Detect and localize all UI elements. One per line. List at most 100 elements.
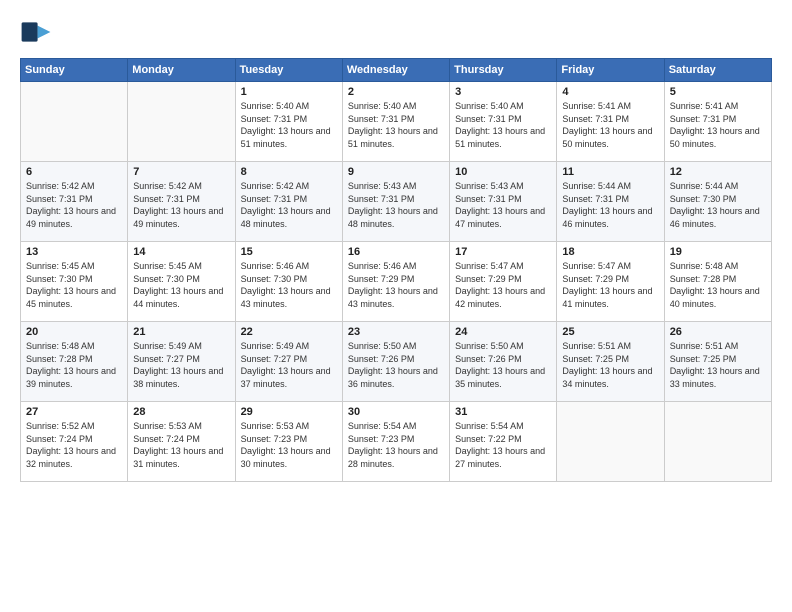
day-number: 28 [133, 406, 229, 418]
week-row: 6 Sunrise: 5:42 AMSunset: 7:31 PMDaylight… [21, 162, 772, 242]
day-number: 17 [455, 246, 551, 258]
calendar-cell: 20Sunrise: 5:48 AMSunset: 7:28 PMDayligh… [21, 322, 128, 402]
calendar-cell [664, 402, 771, 482]
day-info: Sunrise: 5:43 AMSunset: 7:31 PMDaylight:… [455, 180, 551, 230]
day-info: Sunrise: 5:51 AMSunset: 7:25 PMDaylight:… [562, 340, 658, 390]
header-row: SundayMondayTuesdayWednesdayThursdayFrid… [21, 59, 772, 82]
week-row: 1 Sunrise: 5:40 AMSunset: 7:31 PMDaylight… [21, 82, 772, 162]
day-info: Sunrise: 5:49 AMSunset: 7:27 PMDaylight:… [241, 340, 337, 390]
calendar-cell: 3Sunrise: 5:40 AMSunset: 7:31 PMDaylight… [450, 82, 557, 162]
day-info: Sunrise: 5:47 AMSunset: 7:29 PMDaylight:… [455, 260, 551, 310]
weekday-header: Sunday [21, 59, 128, 82]
calendar-cell: 27 Sunrise: 5:52 AMSunset: 7:24 PMDayligh… [21, 402, 128, 482]
day-info: Sunrise: 5:52 AMSunset: 7:24 PMDaylight:… [26, 420, 122, 470]
day-info: Sunrise: 5:43 AMSunset: 7:31 PMDaylight:… [348, 180, 444, 230]
calendar-cell: 22 Sunrise: 5:49 AMSunset: 7:27 PMDayligh… [235, 322, 342, 402]
calendar-cell: 25 Sunrise: 5:51 AMSunset: 7:25 PMDayligh… [557, 322, 664, 402]
calendar-cell: 13Sunrise: 5:45 AMSunset: 7:30 PMDayligh… [21, 242, 128, 322]
calendar-cell: 28 Sunrise: 5:53 AMSunset: 7:24 PMDayligh… [128, 402, 235, 482]
day-info: Sunrise: 5:54 AMSunset: 7:22 PMDaylight:… [455, 420, 551, 470]
day-info: Sunrise: 5:47 AMSunset: 7:29 PMDaylight:… [562, 260, 658, 310]
day-info: Sunrise: 5:46 AMSunset: 7:29 PMDaylight:… [348, 260, 444, 310]
day-info: Sunrise: 5:53 AMSunset: 7:23 PMDaylight:… [241, 420, 337, 470]
day-info: Sunrise: 5:48 AMSunset: 7:28 PMDaylight:… [26, 340, 122, 390]
day-number: 26 [670, 326, 766, 338]
calendar-cell: 15 Sunrise: 5:46 AMSunset: 7:30 PMDayligh… [235, 242, 342, 322]
day-info: Sunrise: 5:49 AMSunset: 7:27 PMDaylight:… [133, 340, 229, 390]
day-info: Sunrise: 5:48 AMSunset: 7:28 PMDaylight:… [670, 260, 766, 310]
day-info: Sunrise: 5:40 AMSunset: 7:31 PMDaylight:… [241, 100, 337, 150]
weekday-header: Thursday [450, 59, 557, 82]
calendar-cell: 26Sunrise: 5:51 AMSunset: 7:25 PMDayligh… [664, 322, 771, 402]
day-info: Sunrise: 5:44 AMSunset: 7:31 PMDaylight:… [562, 180, 658, 230]
day-info: Sunrise: 5:46 AMSunset: 7:30 PMDaylight:… [241, 260, 337, 310]
calendar-cell: 29 Sunrise: 5:53 AMSunset: 7:23 PMDayligh… [235, 402, 342, 482]
day-number: 29 [241, 406, 337, 418]
calendar-cell: 4 Sunrise: 5:41 AMSunset: 7:31 PMDaylight… [557, 82, 664, 162]
calendar-cell: 16Sunrise: 5:46 AMSunset: 7:29 PMDayligh… [342, 242, 449, 322]
day-number: 11 [562, 166, 658, 178]
day-number: 19 [670, 246, 766, 258]
day-number: 2 [348, 86, 444, 98]
day-number: 24 [455, 326, 551, 338]
day-info: Sunrise: 5:45 AMSunset: 7:30 PMDaylight:… [133, 260, 229, 310]
calendar: SundayMondayTuesdayWednesdayThursdayFrid… [20, 58, 772, 482]
calendar-cell: 14Sunrise: 5:45 AMSunset: 7:30 PMDayligh… [128, 242, 235, 322]
weekday-header: Tuesday [235, 59, 342, 82]
day-info: Sunrise: 5:50 AMSunset: 7:26 PMDaylight:… [455, 340, 551, 390]
calendar-cell: 12 Sunrise: 5:44 AMSunset: 7:30 PMDayligh… [664, 162, 771, 242]
day-info: Sunrise: 5:42 AMSunset: 7:31 PMDaylight:… [133, 180, 229, 230]
day-number: 22 [241, 326, 337, 338]
day-number: 9 [348, 166, 444, 178]
calendar-cell: 23Sunrise: 5:50 AMSunset: 7:26 PMDayligh… [342, 322, 449, 402]
weekday-header: Saturday [664, 59, 771, 82]
day-info: Sunrise: 5:41 AMSunset: 7:31 PMDaylight:… [562, 100, 658, 150]
day-number: 12 [670, 166, 766, 178]
logo-icon [20, 16, 52, 48]
day-number: 25 [562, 326, 658, 338]
calendar-cell: 10 Sunrise: 5:43 AMSunset: 7:31 PMDayligh… [450, 162, 557, 242]
day-info: Sunrise: 5:45 AMSunset: 7:30 PMDaylight:… [26, 260, 122, 310]
day-number: 10 [455, 166, 551, 178]
weekday-header: Wednesday [342, 59, 449, 82]
logo [20, 16, 56, 48]
day-number: 3 [455, 86, 551, 98]
calendar-cell [557, 402, 664, 482]
day-info: Sunrise: 5:42 AMSunset: 7:31 PMDaylight:… [241, 180, 337, 230]
week-row: 13Sunrise: 5:45 AMSunset: 7:30 PMDayligh… [21, 242, 772, 322]
day-number: 1 [241, 86, 337, 98]
week-row: 27 Sunrise: 5:52 AMSunset: 7:24 PMDayligh… [21, 402, 772, 482]
calendar-cell: 1 Sunrise: 5:40 AMSunset: 7:31 PMDaylight… [235, 82, 342, 162]
calendar-cell: 11 Sunrise: 5:44 AMSunset: 7:31 PMDayligh… [557, 162, 664, 242]
day-info: Sunrise: 5:44 AMSunset: 7:30 PMDaylight:… [670, 180, 766, 230]
calendar-cell: 2Sunrise: 5:40 AMSunset: 7:31 PMDaylight… [342, 82, 449, 162]
day-number: 5 [670, 86, 766, 98]
day-info: Sunrise: 5:42 AMSunset: 7:31 PMDaylight:… [26, 180, 122, 230]
day-number: 7 [133, 166, 229, 178]
weekday-header: Monday [128, 59, 235, 82]
day-number: 15 [241, 246, 337, 258]
calendar-cell: 7 Sunrise: 5:42 AMSunset: 7:31 PMDaylight… [128, 162, 235, 242]
week-row: 20Sunrise: 5:48 AMSunset: 7:28 PMDayligh… [21, 322, 772, 402]
day-number: 23 [348, 326, 444, 338]
calendar-cell: 19 Sunrise: 5:48 AMSunset: 7:28 PMDayligh… [664, 242, 771, 322]
day-number: 18 [562, 246, 658, 258]
calendar-cell: 30Sunrise: 5:54 AMSunset: 7:23 PMDayligh… [342, 402, 449, 482]
day-info: Sunrise: 5:53 AMSunset: 7:24 PMDaylight:… [133, 420, 229, 470]
day-number: 4 [562, 86, 658, 98]
day-number: 6 [26, 166, 122, 178]
day-info: Sunrise: 5:41 AMSunset: 7:31 PMDaylight:… [670, 100, 766, 150]
day-number: 8 [241, 166, 337, 178]
calendar-cell: 6 Sunrise: 5:42 AMSunset: 7:31 PMDaylight… [21, 162, 128, 242]
calendar-cell: 8 Sunrise: 5:42 AMSunset: 7:31 PMDaylight… [235, 162, 342, 242]
weekday-header: Friday [557, 59, 664, 82]
day-number: 27 [26, 406, 122, 418]
calendar-cell: 31 Sunrise: 5:54 AMSunset: 7:22 PMDayligh… [450, 402, 557, 482]
header [20, 16, 772, 48]
day-number: 30 [348, 406, 444, 418]
calendar-cell: 17 Sunrise: 5:47 AMSunset: 7:29 PMDayligh… [450, 242, 557, 322]
calendar-cell [21, 82, 128, 162]
day-number: 31 [455, 406, 551, 418]
day-number: 21 [133, 326, 229, 338]
calendar-cell: 5 Sunrise: 5:41 AMSunset: 7:31 PMDaylight… [664, 82, 771, 162]
